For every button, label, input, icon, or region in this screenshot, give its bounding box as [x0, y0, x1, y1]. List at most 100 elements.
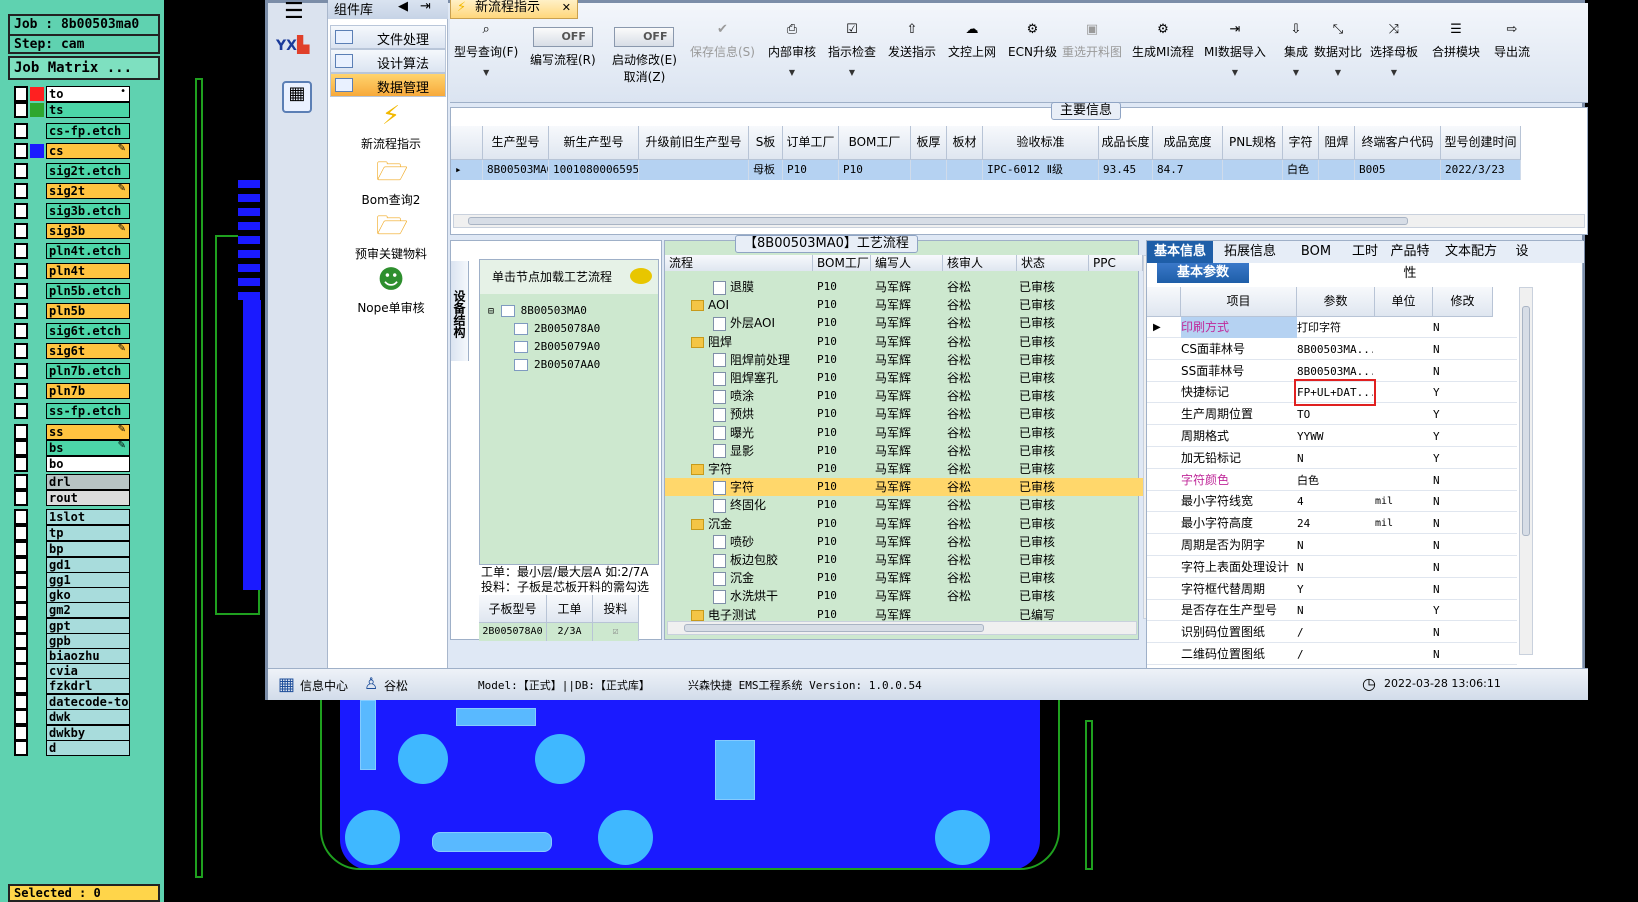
param-row[interactable]: 加无铅标记 N Y [1147, 448, 1517, 469]
tool-nope-review[interactable]: ☻ Nope单审核 [336, 265, 446, 316]
process-row[interactable]: 外层AOI P10 马军辉 谷松 已审核 [665, 314, 1143, 332]
ribbon-import-button[interactable]: ⇥ MI数据导入 ▼ [1204, 21, 1266, 77]
chevron-down-icon[interactable]: ▼ [1370, 68, 1418, 77]
param-vscroll[interactable] [1519, 287, 1533, 655]
param-tab[interactable]: 文本配方 [1435, 241, 1507, 263]
ribbon-gears-button[interactable]: ⚙ 生成MI流程 [1132, 21, 1194, 60]
layer-checkbox[interactable] [14, 618, 28, 634]
layer-row[interactable]: pln5b.etch [14, 283, 130, 301]
main-cell[interactable] [911, 160, 947, 180]
tab-new-flow[interactable]: ⚡ 新流程指示 ✕ [450, 0, 578, 19]
layer-name[interactable]: rout [46, 490, 130, 506]
layer-row[interactable]: bo [14, 456, 130, 474]
main-col-header[interactable]: 升级前旧生产型号 [639, 126, 749, 160]
param-value[interactable]: / [1297, 622, 1373, 643]
layer-checkbox[interactable] [14, 424, 28, 440]
comp-item-data-management[interactable]: 数据管理 [330, 73, 446, 97]
process-row[interactable]: 字符 P10 马军辉 谷松 已审核 [665, 460, 1143, 478]
param-value[interactable]: 白色 [1297, 470, 1373, 491]
layer-checkbox[interactable] [14, 541, 28, 557]
layer-name[interactable]: cs-fp.etch [46, 123, 130, 139]
layer-name[interactable]: cvia [46, 663, 130, 679]
main-info-hscroll[interactable] [453, 214, 1585, 228]
param-value[interactable]: N [1297, 448, 1373, 469]
scroll-thumb[interactable] [468, 217, 1408, 225]
chevron-down-icon[interactable]: ▼ [828, 68, 876, 77]
layer-name[interactable]: dwk [46, 709, 130, 725]
layer-row[interactable]: pln7b [14, 383, 130, 401]
proc-col-header[interactable]: 编写人 [871, 255, 943, 271]
main-col-header[interactable]: 成品宽度 [1153, 126, 1223, 160]
process-row[interactable]: 板边包胶 P10 马军辉 谷松 已审核 [665, 551, 1143, 569]
param-row[interactable]: 是否存在生产型号 N Y [1147, 600, 1517, 622]
main-cell[interactable]: 母板 [749, 160, 783, 180]
param-row[interactable]: 最小字符高度 24 mil N [1147, 513, 1517, 535]
process-row[interactable]: 阻焊 P10 马军辉 谷松 已审核 [665, 333, 1143, 351]
main-cell[interactable]: 10010800065952 [549, 160, 639, 180]
calculator-icon[interactable]: ▦ [282, 81, 312, 113]
param-row[interactable]: 周期是否为阴字 N N [1147, 535, 1517, 556]
layer-checkbox[interactable] [14, 263, 28, 279]
layer-checkbox[interactable] [14, 243, 28, 259]
layer-checkbox[interactable] [14, 403, 28, 419]
layer-row[interactable]: rout [14, 490, 130, 508]
process-row[interactable]: 字符 P10 马军辉 谷松 已审核 [665, 478, 1143, 497]
layer-row[interactable]: d [14, 740, 130, 758]
main-col-header[interactable]: 生产型号 [483, 126, 549, 160]
param-tab[interactable]: 基本信息 [1147, 241, 1213, 263]
proc-col-header[interactable]: 流程 [665, 255, 813, 271]
comp-item-file[interactable]: 文件处理 [330, 25, 446, 49]
layer-checkbox[interactable] [14, 283, 28, 299]
main-cell[interactable]: 白色 [1283, 160, 1319, 180]
process-hscroll[interactable] [667, 621, 1137, 635]
layer-name[interactable]: pln4t.etch [46, 243, 130, 259]
layer-checkbox[interactable] [14, 363, 28, 379]
comp-item-algorithm[interactable]: 设计算法 [330, 49, 446, 73]
layer-checkbox[interactable] [14, 143, 28, 159]
collapse-left-icon[interactable]: ◀ [398, 0, 408, 14]
param-row[interactable]: 字符上表面处理设计 N N [1147, 557, 1517, 578]
layer-checkbox[interactable] [14, 633, 28, 649]
layer-checkbox[interactable] [14, 123, 28, 139]
param-row[interactable]: 周期格式 YYWW Y [1147, 426, 1517, 447]
param-row[interactable]: 二维码位置图纸 / N [1147, 644, 1517, 665]
param-value[interactable]: FP+UL+DAT... [1294, 379, 1376, 407]
param-value[interactable]: / [1297, 644, 1373, 665]
main-col-header[interactable]: BOM工厂 [839, 126, 911, 160]
layer-name[interactable]: to [46, 86, 130, 102]
chevron-down-icon[interactable]: ▼ [1284, 68, 1308, 77]
tree-child-node[interactable]: 2B005078A0 [514, 322, 600, 335]
ribbon-toggle-off-button[interactable]: OFF 启动修改(E) 取消(Z) [612, 21, 677, 85]
param-value[interactable]: 4 [1297, 491, 1373, 512]
toggle-off-switch[interactable]: OFF [614, 27, 675, 47]
layer-checkbox[interactable] [14, 456, 28, 472]
chevron-down-icon[interactable]: ▼ [454, 68, 518, 77]
tool-prereview-material[interactable]: 🗁 预审关键物料 [336, 211, 446, 262]
process-row[interactable]: 水洗烘干 P10 马军辉 谷松 已审核 [665, 587, 1143, 605]
chevron-down-icon[interactable]: ▼ [1314, 68, 1362, 77]
tool-new-flow[interactable]: ⚡ 新流程指示 [336, 101, 446, 152]
main-cell[interactable]: 93.45 [1099, 160, 1153, 180]
param-row[interactable]: CS面菲林号 8B00503MA... N [1147, 339, 1517, 360]
param-value[interactable]: YYWW [1297, 426, 1373, 447]
layer-name[interactable]: d [46, 740, 130, 756]
layer-row[interactable]: sig2t.etch [14, 163, 130, 181]
param-tab[interactable]: BOM [1287, 241, 1345, 263]
layer-name[interactable]: ss-fp.etch [46, 403, 130, 419]
layer-checkbox[interactable] [14, 183, 28, 199]
layer-name[interactable]: drl [46, 474, 130, 490]
proc-col-header[interactable]: 核审人 [943, 255, 1017, 271]
layer-name[interactable]: gd1 [46, 557, 130, 573]
layer-row[interactable]: cs-fp.etch [14, 123, 130, 141]
layer-checkbox[interactable] [14, 509, 28, 525]
layer-name[interactable]: dwkby [46, 725, 130, 741]
layer-checkbox[interactable] [14, 163, 28, 179]
main-col-header[interactable]: 成品长度 [1099, 126, 1153, 160]
param-value[interactable]: Y [1297, 579, 1373, 600]
ribbon-toggle-off-button[interactable]: OFF 编写流程(R) [530, 21, 596, 68]
param-row[interactable]: SS面菲林号 8B00503MA... N [1147, 361, 1517, 382]
layer-checkbox[interactable] [14, 303, 28, 319]
layer-row[interactable]: sig6t.etch [14, 323, 130, 341]
param-row[interactable]: 字符颜色 白色 N [1147, 470, 1517, 491]
process-row[interactable]: 喷涂 P10 马军辉 谷松 已审核 [665, 387, 1143, 405]
